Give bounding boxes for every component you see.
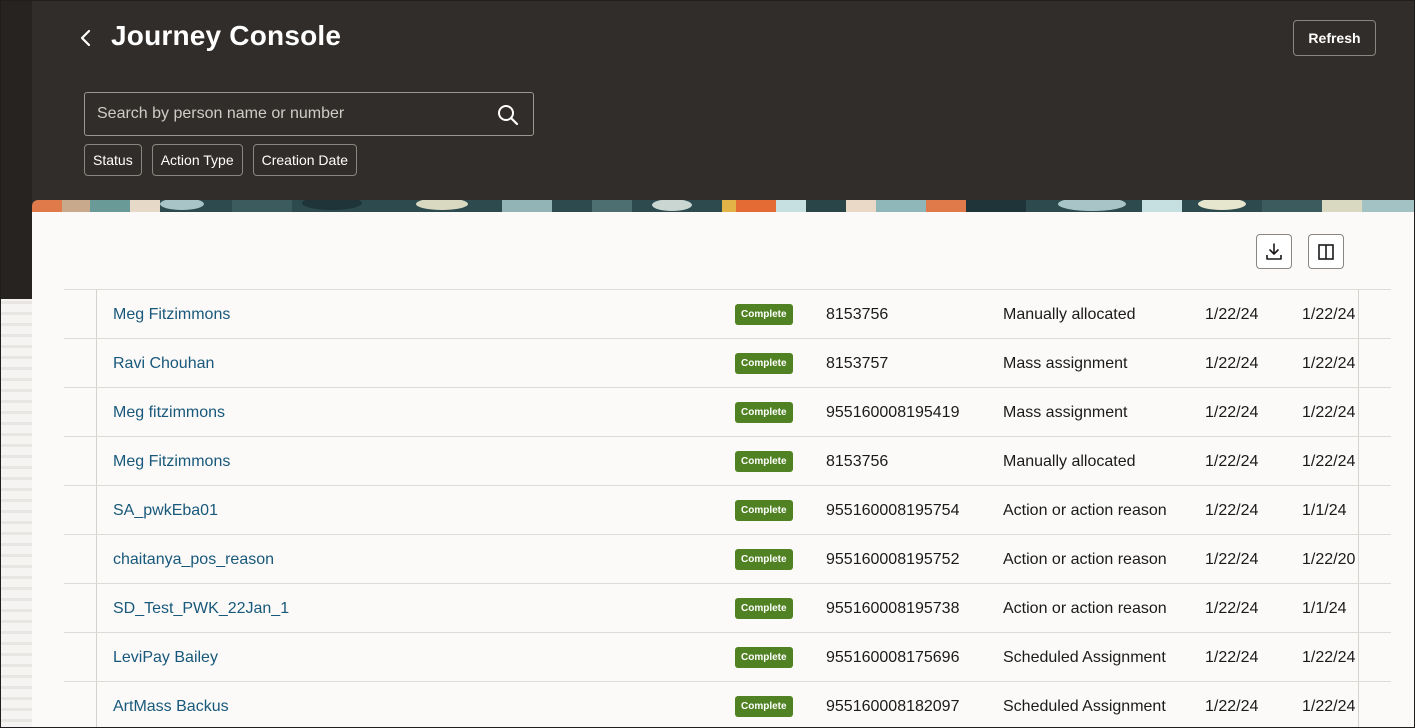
- table-row[interactable]: LeviPay Bailey Complete 955160008175696 …: [64, 632, 1391, 681]
- creation-date: 1/22/24: [1205, 305, 1259, 323]
- search-icon[interactable]: [497, 104, 519, 126]
- table-row[interactable]: SA_pwkEba01 Complete 955160008195754 Act…: [64, 485, 1391, 534]
- download-icon: [1266, 242, 1282, 260]
- table-row[interactable]: Meg fitzimmons Complete 955160008195419 …: [64, 387, 1391, 436]
- action-type: Action or action reason: [1003, 550, 1167, 568]
- status-badge: Complete: [735, 304, 793, 325]
- person-number: 955160008182097: [826, 697, 960, 715]
- search-input[interactable]: [97, 93, 487, 135]
- action-type: Scheduled Assignment: [1003, 648, 1166, 666]
- search-box: [84, 92, 534, 136]
- page-title: Journey Console: [111, 20, 342, 51]
- person-number: 955160008175696: [826, 648, 960, 666]
- person-number: 8153756: [826, 305, 889, 323]
- effective-date: 1/1/24: [1302, 501, 1347, 519]
- back-button[interactable]: [73, 25, 99, 51]
- action-type: Scheduled Assignment: [1003, 697, 1166, 715]
- creation-date: 1/22/24: [1205, 697, 1259, 715]
- person-name-link[interactable]: Meg Fitzimmons: [113, 437, 230, 486]
- decorative-banner: [32, 200, 1414, 212]
- person-number: 955160008195752: [826, 550, 960, 568]
- person-name-link[interactable]: Meg Fitzimmons: [113, 290, 230, 339]
- action-type: Mass assignment: [1003, 354, 1128, 372]
- filter-creation-date[interactable]: Creation Date: [252, 144, 357, 176]
- status-badge: Complete: [735, 353, 793, 374]
- person-number: 8153756: [826, 452, 889, 470]
- person-number: 955160008195738: [826, 599, 960, 617]
- effective-date: 1/22/20: [1302, 550, 1356, 568]
- effective-date: 1/22/24: [1302, 305, 1356, 323]
- person-number: 8153757: [826, 354, 889, 372]
- creation-date: 1/22/24: [1205, 452, 1259, 470]
- table-row[interactable]: SD_Test_PWK_22Jan_1 Complete 95516000819…: [64, 583, 1391, 632]
- download-button[interactable]: [1256, 234, 1292, 269]
- status-badge: Complete: [735, 402, 793, 423]
- table-row[interactable]: chaitanya_pos_reason Complete 9551600081…: [64, 534, 1391, 583]
- journey-table: Meg Fitzimmons Complete 8153756 Manually…: [64, 289, 1391, 727]
- effective-date: 1/22/24: [1302, 697, 1356, 715]
- creation-date: 1/22/24: [1205, 599, 1259, 617]
- header-edge: [1, 1, 32, 299]
- chevron-left-icon: [80, 29, 91, 47]
- person-name-link[interactable]: Ravi Chouhan: [113, 339, 214, 388]
- results-panel: Meg Fitzimmons Complete 8153756 Manually…: [32, 212, 1414, 727]
- effective-date: 1/22/24: [1302, 648, 1356, 666]
- effective-date: 1/22/24: [1302, 354, 1356, 372]
- creation-date: 1/22/24: [1205, 501, 1259, 519]
- status-badge: Complete: [735, 647, 793, 668]
- person-name-link[interactable]: SA_pwkEba01: [113, 486, 218, 535]
- status-badge: Complete: [735, 696, 793, 717]
- columns-button[interactable]: [1308, 234, 1344, 269]
- person-number: 955160008195754: [826, 501, 960, 519]
- columns-icon: [1318, 243, 1334, 260]
- table-row[interactable]: Meg Fitzimmons Complete 8153756 Manually…: [64, 436, 1391, 485]
- creation-date: 1/22/24: [1205, 403, 1259, 421]
- action-type: Mass assignment: [1003, 403, 1128, 421]
- filter-bar: Status Action Type Creation Date: [84, 144, 357, 176]
- person-name-link[interactable]: ArtMass Backus: [113, 682, 229, 727]
- status-badge: Complete: [735, 500, 793, 521]
- table-row[interactable]: ArtMass Backus Complete 955160008182097 …: [64, 681, 1391, 727]
- background-pattern: [1, 301, 32, 727]
- person-number: 955160008195419: [826, 403, 960, 421]
- app-window: Journey Console Refresh Status Action Ty…: [0, 0, 1415, 728]
- status-badge: Complete: [735, 451, 793, 472]
- action-type: Manually allocated: [1003, 452, 1136, 470]
- status-badge: Complete: [735, 598, 793, 619]
- creation-date: 1/22/24: [1205, 550, 1259, 568]
- effective-date: 1/22/24: [1302, 452, 1356, 470]
- refresh-button[interactable]: Refresh: [1293, 20, 1376, 56]
- filter-action-type[interactable]: Action Type: [151, 144, 243, 176]
- table-row[interactable]: Ravi Chouhan Complete 8153757 Mass assig…: [64, 338, 1391, 387]
- person-name-link[interactable]: chaitanya_pos_reason: [113, 535, 274, 584]
- person-name-link[interactable]: Meg fitzimmons: [113, 388, 225, 437]
- effective-date: 1/1/24: [1302, 599, 1347, 617]
- table-row[interactable]: Meg Fitzimmons Complete 8153756 Manually…: [64, 289, 1391, 338]
- action-type: Action or action reason: [1003, 501, 1167, 519]
- action-type: Manually allocated: [1003, 305, 1136, 323]
- status-badge: Complete: [735, 549, 793, 570]
- creation-date: 1/22/24: [1205, 354, 1259, 372]
- effective-date: 1/22/24: [1302, 403, 1356, 421]
- action-type: Action or action reason: [1003, 599, 1167, 617]
- creation-date: 1/22/24: [1205, 648, 1259, 666]
- filter-status[interactable]: Status: [84, 144, 142, 176]
- person-name-link[interactable]: SD_Test_PWK_22Jan_1: [113, 584, 289, 633]
- person-name-link[interactable]: LeviPay Bailey: [113, 633, 218, 682]
